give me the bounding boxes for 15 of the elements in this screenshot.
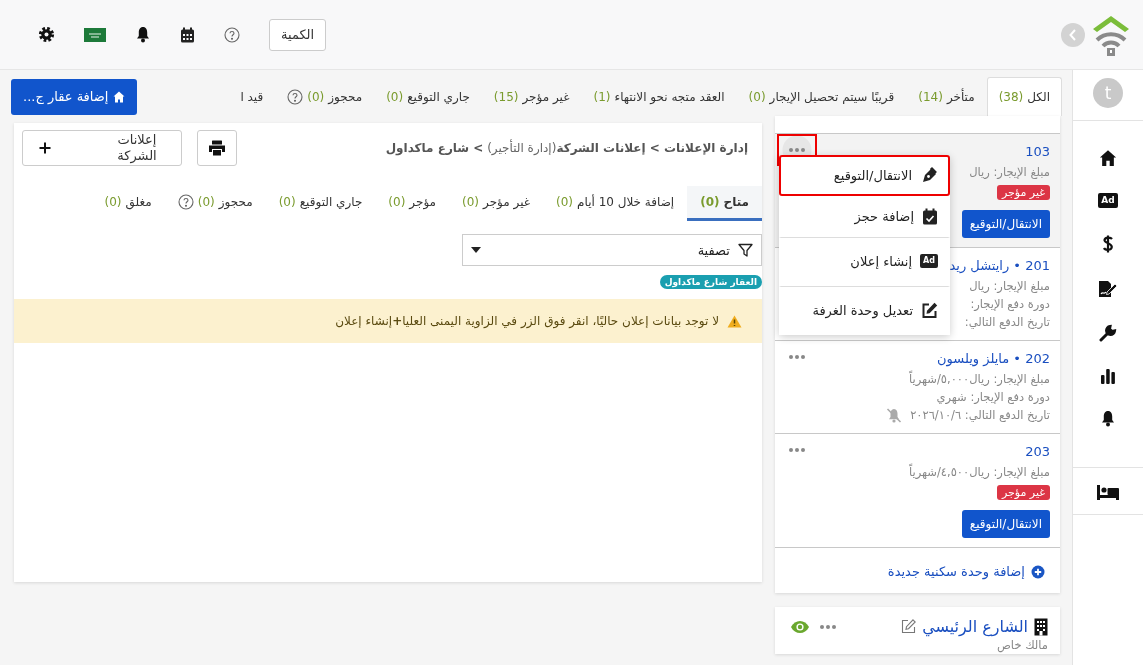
unit-detail: دورة دفع الإيجار: bbox=[970, 296, 1050, 313]
unit-detail: تاريخ الدفع التالي: ٢٠٢٦/١٠/٦ bbox=[910, 407, 1050, 424]
alert-text: لا توجد بيانات إعلان حاليًا، انقر فوق الزر في الزاوية اليمنى العليا+إنشاء إعلان bbox=[335, 314, 719, 328]
property-tag: العقار شارع ماكداول bbox=[659, 275, 762, 289]
status-badge: غير مؤجر bbox=[996, 185, 1050, 200]
unit-detail: مبلغ الإيجار: ريال٤,٥٠٠/شهرياً bbox=[908, 463, 1050, 481]
unit-detail: مبلغ الإيجار: ريال٥,٠٠٠/شهرياً bbox=[908, 370, 1050, 388]
status-badge: غير مؤجر bbox=[996, 485, 1050, 500]
owner-label: مالك خاص bbox=[995, 638, 1048, 652]
breadcrumb: إدارة الإعلانات > إعلانات الشركة(إدارة التأجير) > شارع ماكداول bbox=[385, 141, 748, 155]
unit-detail: دورة دفع الإيجار: شهري bbox=[936, 389, 1050, 406]
unit-detail: تاريخ الدفع التالي: bbox=[964, 314, 1050, 331]
unit-detail: مبلغ الإيجار: ريال bbox=[969, 164, 1050, 181]
unit-detail: مبلغ الإيجار: ريال bbox=[969, 278, 1050, 295]
ad-icon: Ad bbox=[920, 254, 938, 268]
